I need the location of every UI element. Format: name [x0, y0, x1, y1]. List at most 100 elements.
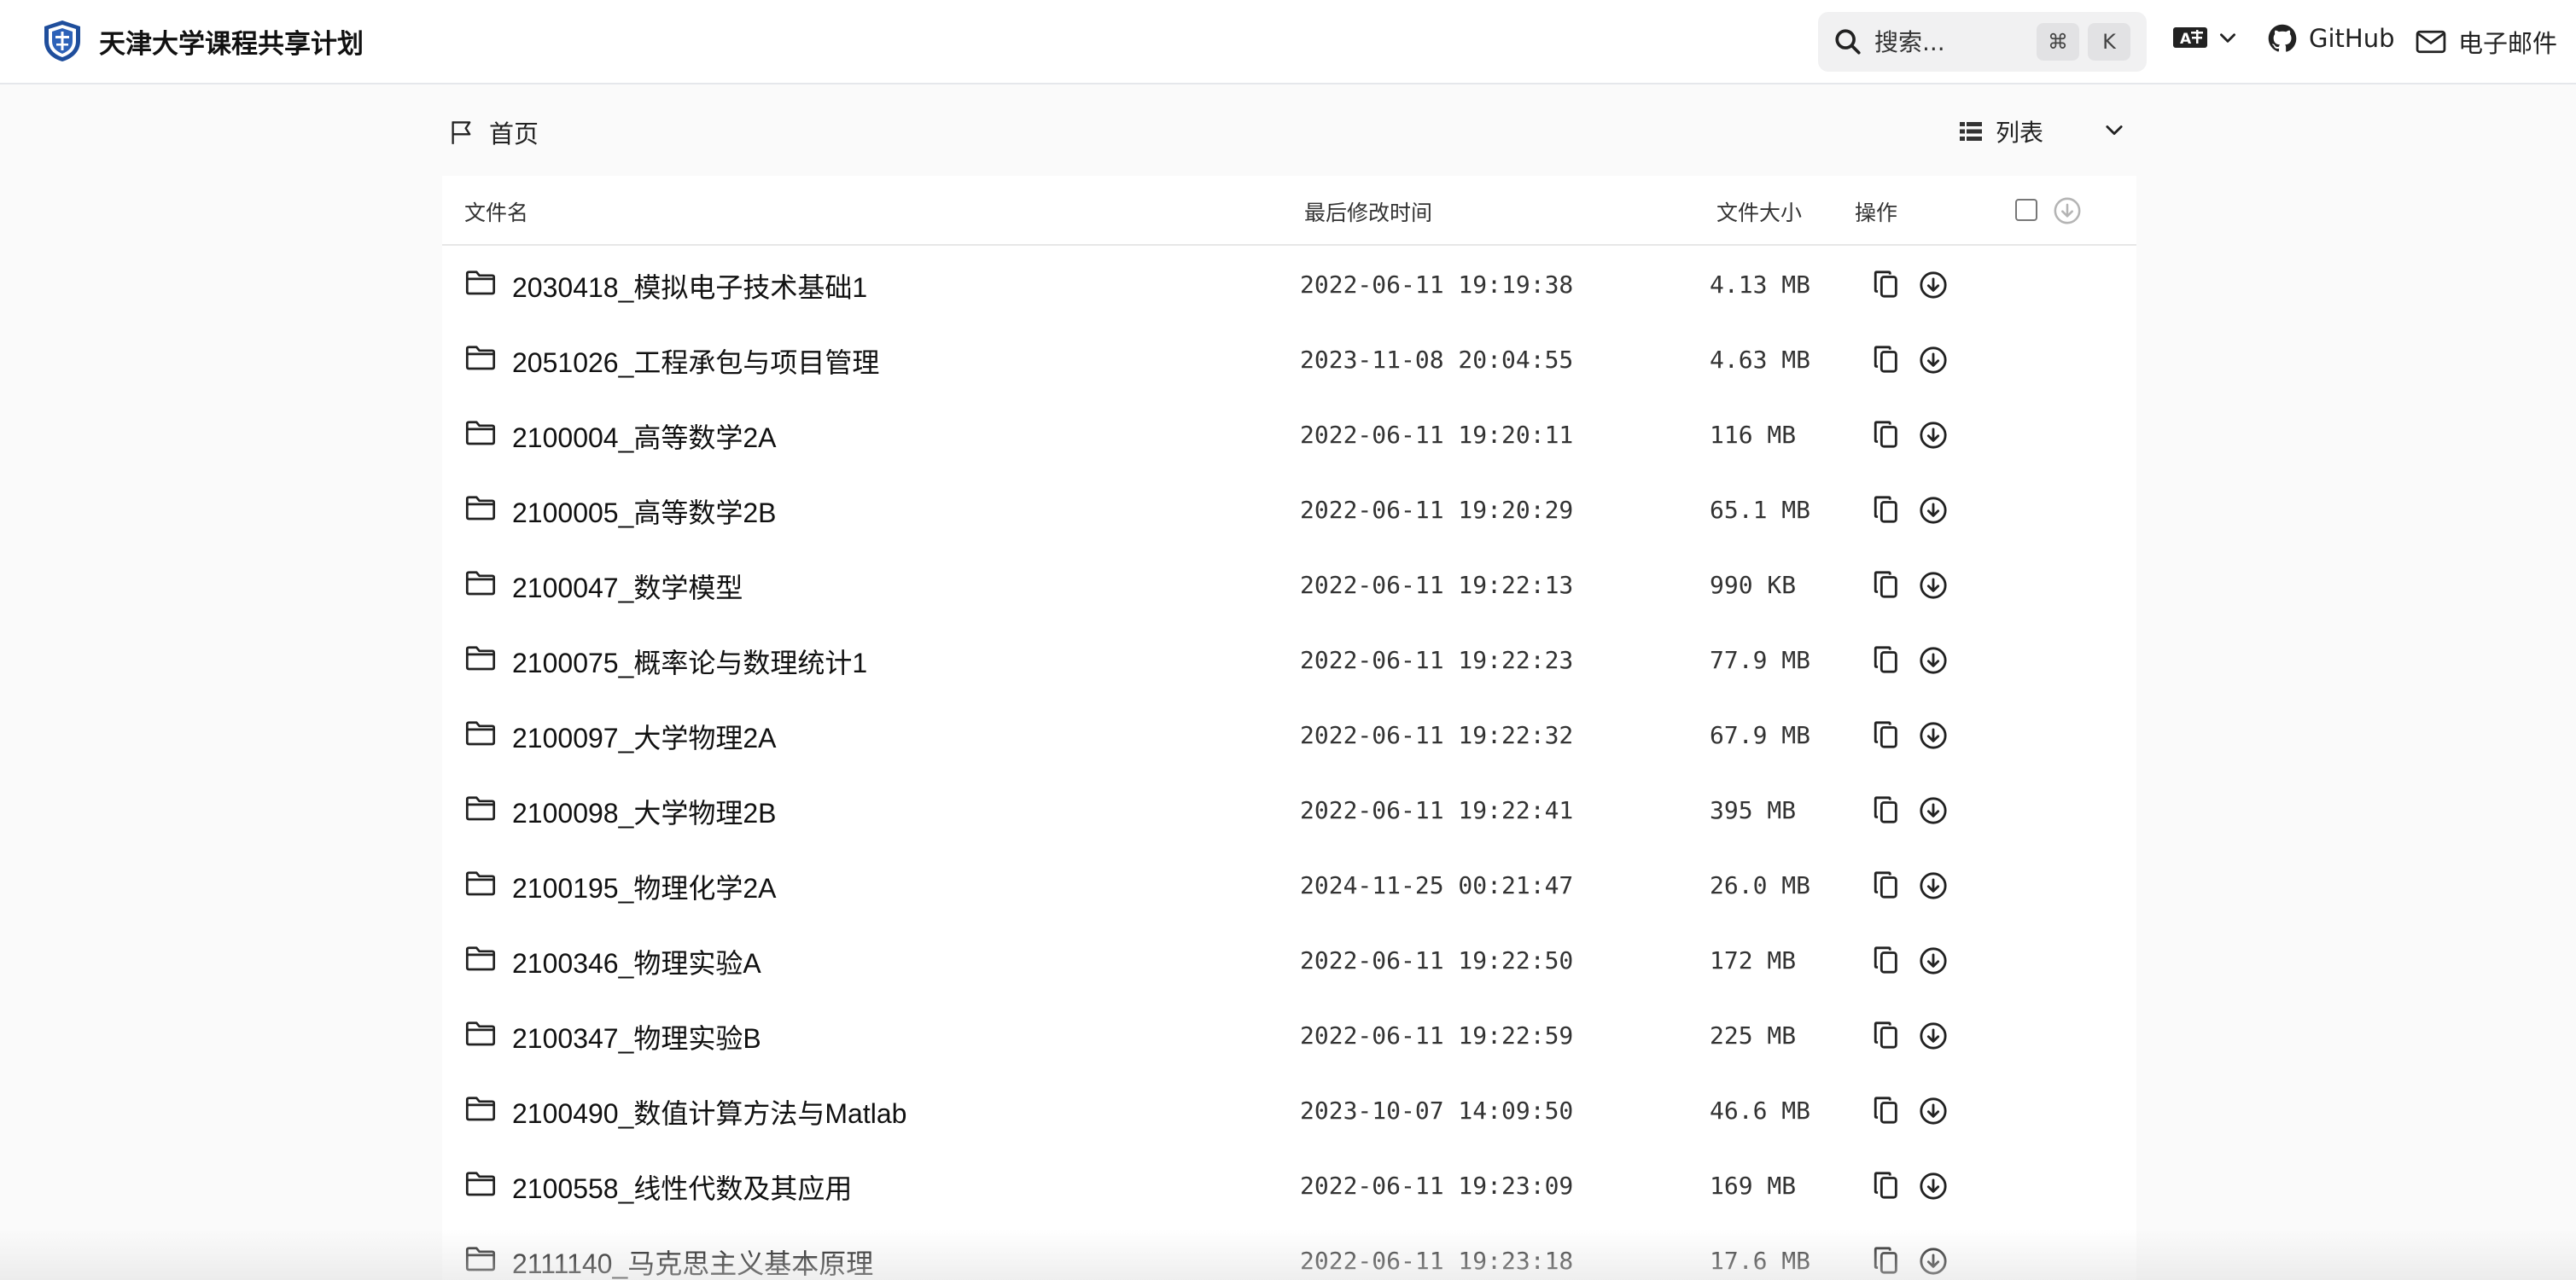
table-row[interactable]: 2100098_大学物理2B 2022-06-11 19:22:41 395 MB [442, 773, 2136, 848]
table-header: 文件名 最后修改时间 文件大小 操作 [442, 176, 2136, 246]
file-name[interactable]: 2100075_概率论与数理统计1 [512, 642, 867, 681]
file-size: 17.6 MB [1710, 1247, 1811, 1275]
download-icon[interactable] [1919, 721, 1948, 750]
file-name[interactable]: 2100490_数值计算方法与Matlab [512, 1092, 906, 1132]
file-name[interactable]: 2100047_数学模型 [512, 567, 743, 606]
copy-link-icon[interactable] [1873, 945, 1900, 975]
download-icon[interactable] [1919, 421, 1948, 450]
download-icon[interactable] [1919, 1097, 1948, 1126]
search-box[interactable]: ⌘ K [1818, 12, 2147, 72]
table-row[interactable]: 2030418_模拟电子技术基础1 2022-06-11 19:19:38 4.13… [442, 247, 2136, 323]
table-row[interactable]: 2100347_物理实验B 2022-06-11 19:22:59 225 MB [442, 998, 2136, 1073]
table-row[interactable]: 2100005_高等数学2B 2022-06-11 19:20:29 65.1 MB [442, 473, 2136, 548]
breadcrumb[interactable]: 首页 [450, 114, 539, 150]
copy-link-icon[interactable] [1873, 1246, 1900, 1275]
folder-icon [465, 496, 496, 521]
email-link-label: 电子邮件 [2458, 29, 2558, 58]
language-switcher[interactable]: A [2172, 26, 2239, 49]
view-mode-select[interactable]: 列表 [1960, 114, 2126, 148]
download-icon[interactable] [1919, 946, 1948, 975]
modified-time: 2022-06-11 19:20:29 [1300, 496, 1574, 524]
column-header-name[interactable]: 文件名 [464, 196, 528, 227]
modified-time: 2023-11-08 20:04:55 [1300, 346, 1574, 374]
copy-link-icon[interactable] [1873, 570, 1900, 599]
file-size: 26.0 MB [1710, 871, 1811, 899]
folder-icon [465, 1247, 496, 1271]
file-name[interactable]: 2100347_物理实验B [512, 1017, 761, 1056]
table-row[interactable]: 2111140_马克思主义基本原理 2022-06-11 19:23:18 17.6… [442, 1224, 2136, 1280]
column-header-actions: 操作 [1855, 201, 1898, 225]
table-row[interactable]: 2100097_大学物理2A 2022-06-11 19:22:32 67.9 MB [442, 698, 2136, 773]
download-icon[interactable] [1919, 796, 1948, 825]
copy-link-icon[interactable] [1873, 1171, 1900, 1200]
table-row[interactable]: 2100490_数值计算方法与Matlab 2023-10-07 14:09:50… [442, 1073, 2136, 1149]
modified-time: 2022-06-11 19:22:59 [1300, 1021, 1574, 1050]
download-icon[interactable] [1919, 1247, 1948, 1276]
file-name[interactable]: 2030418_模拟电子技术基础1 [512, 266, 867, 305]
email-link[interactable]: 电子邮件 [2416, 24, 2557, 60]
copy-link-icon[interactable] [1873, 495, 1900, 524]
table-row[interactable]: 2100346_物理实验A 2022-06-11 19:22:50 172 MB [442, 923, 2136, 998]
copy-link-icon[interactable] [1873, 1021, 1900, 1050]
download-icon[interactable] [1919, 1172, 1948, 1201]
copy-link-icon[interactable] [1873, 270, 1900, 299]
table-row[interactable]: 2100047_数学模型 2022-06-11 19:22:13 990 KB [442, 548, 2136, 623]
shortcut-letter-key: K [2088, 23, 2130, 61]
file-name[interactable]: 2051026_工程承包与项目管理 [512, 341, 879, 381]
download-icon[interactable] [1919, 646, 1948, 675]
github-link[interactable]: GitHub [2268, 24, 2395, 53]
select-all-checkbox[interactable] [2015, 199, 2037, 221]
copy-link-icon[interactable] [1873, 420, 1900, 449]
copy-link-icon[interactable] [1873, 720, 1900, 749]
file-name[interactable]: 2100005_高等数学2B [512, 492, 777, 531]
file-name[interactable]: 2100097_大学物理2A [512, 717, 777, 756]
file-name[interactable]: 2100558_线性代数及其应用 [512, 1167, 852, 1207]
table-row[interactable]: 2100558_线性代数及其应用 2022-06-11 19:23:09 169 M… [442, 1149, 2136, 1224]
modified-time: 2022-06-11 19:20:11 [1300, 421, 1574, 449]
folder-icon [465, 421, 496, 445]
download-icon[interactable] [1919, 1021, 1948, 1050]
github-icon [2268, 24, 2297, 52]
file-name[interactable]: 2100195_物理化学2A [512, 867, 777, 906]
download-icon[interactable] [1919, 271, 1948, 300]
file-name[interactable]: 2100004_高等数学2A [512, 416, 777, 456]
file-size: 65.1 MB [1710, 496, 1811, 524]
app-title: 天津大学课程共享计划 [99, 28, 364, 60]
folder-icon [465, 571, 496, 596]
download-icon[interactable] [1919, 571, 1948, 600]
copy-link-icon[interactable] [1873, 645, 1900, 674]
file-name[interactable]: 2100098_大学物理2B [512, 792, 777, 831]
folder-icon [465, 1172, 496, 1196]
copy-link-icon[interactable] [1873, 345, 1900, 374]
modified-time: 2022-06-11 19:22:32 [1300, 721, 1574, 749]
download-icon[interactable] [1919, 496, 1948, 525]
copy-link-icon[interactable] [1873, 870, 1900, 899]
modified-time: 2022-06-11 19:23:09 [1300, 1172, 1574, 1200]
file-size: 116 MB [1710, 421, 1797, 449]
svg-text:A: A [2180, 31, 2192, 48]
modified-time: 2022-06-11 19:23:18 [1300, 1247, 1574, 1275]
copy-link-icon[interactable] [1873, 1096, 1900, 1125]
download-icon[interactable] [1919, 346, 1948, 375]
shortcut-modifier-key: ⌘ [2037, 23, 2079, 61]
file-size: 67.9 MB [1710, 721, 1811, 749]
column-header-size[interactable]: 文件大小 [1716, 196, 1802, 227]
copy-link-icon[interactable] [1873, 795, 1900, 824]
modified-time: 2022-06-11 19:22:50 [1300, 946, 1574, 975]
download-icon[interactable] [1919, 871, 1948, 900]
table-row[interactable]: 2100075_概率论与数理统计1 2022-06-11 19:22:23 77.9… [442, 623, 2136, 698]
modified-time: 2023-10-07 14:09:50 [1300, 1097, 1574, 1125]
folder-icon [465, 1021, 496, 1046]
search-input[interactable] [1874, 27, 2037, 56]
chevron-down-icon [2106, 125, 2123, 136]
file-name[interactable]: 2111140_马克思主义基本原理 [512, 1242, 873, 1280]
column-header-modified[interactable]: 最后修改时间 [1304, 196, 1432, 227]
table-row[interactable]: 2100195_物理化学2A 2024-11-25 00:21:47 26.0 MB [442, 848, 2136, 923]
file-name[interactable]: 2100346_物理实验A [512, 942, 761, 981]
file-size: 169 MB [1710, 1172, 1797, 1200]
table-row[interactable]: 2051026_工程承包与项目管理 2023-11-08 20:04:55 4.63… [442, 323, 2136, 398]
download-selected-icon[interactable] [2053, 196, 2082, 225]
brand[interactable]: 天津大学课程共享计划 [41, 19, 364, 63]
folder-icon [465, 346, 496, 370]
table-row[interactable]: 2100004_高等数学2A 2022-06-11 19:20:11 116 MB [442, 398, 2136, 473]
